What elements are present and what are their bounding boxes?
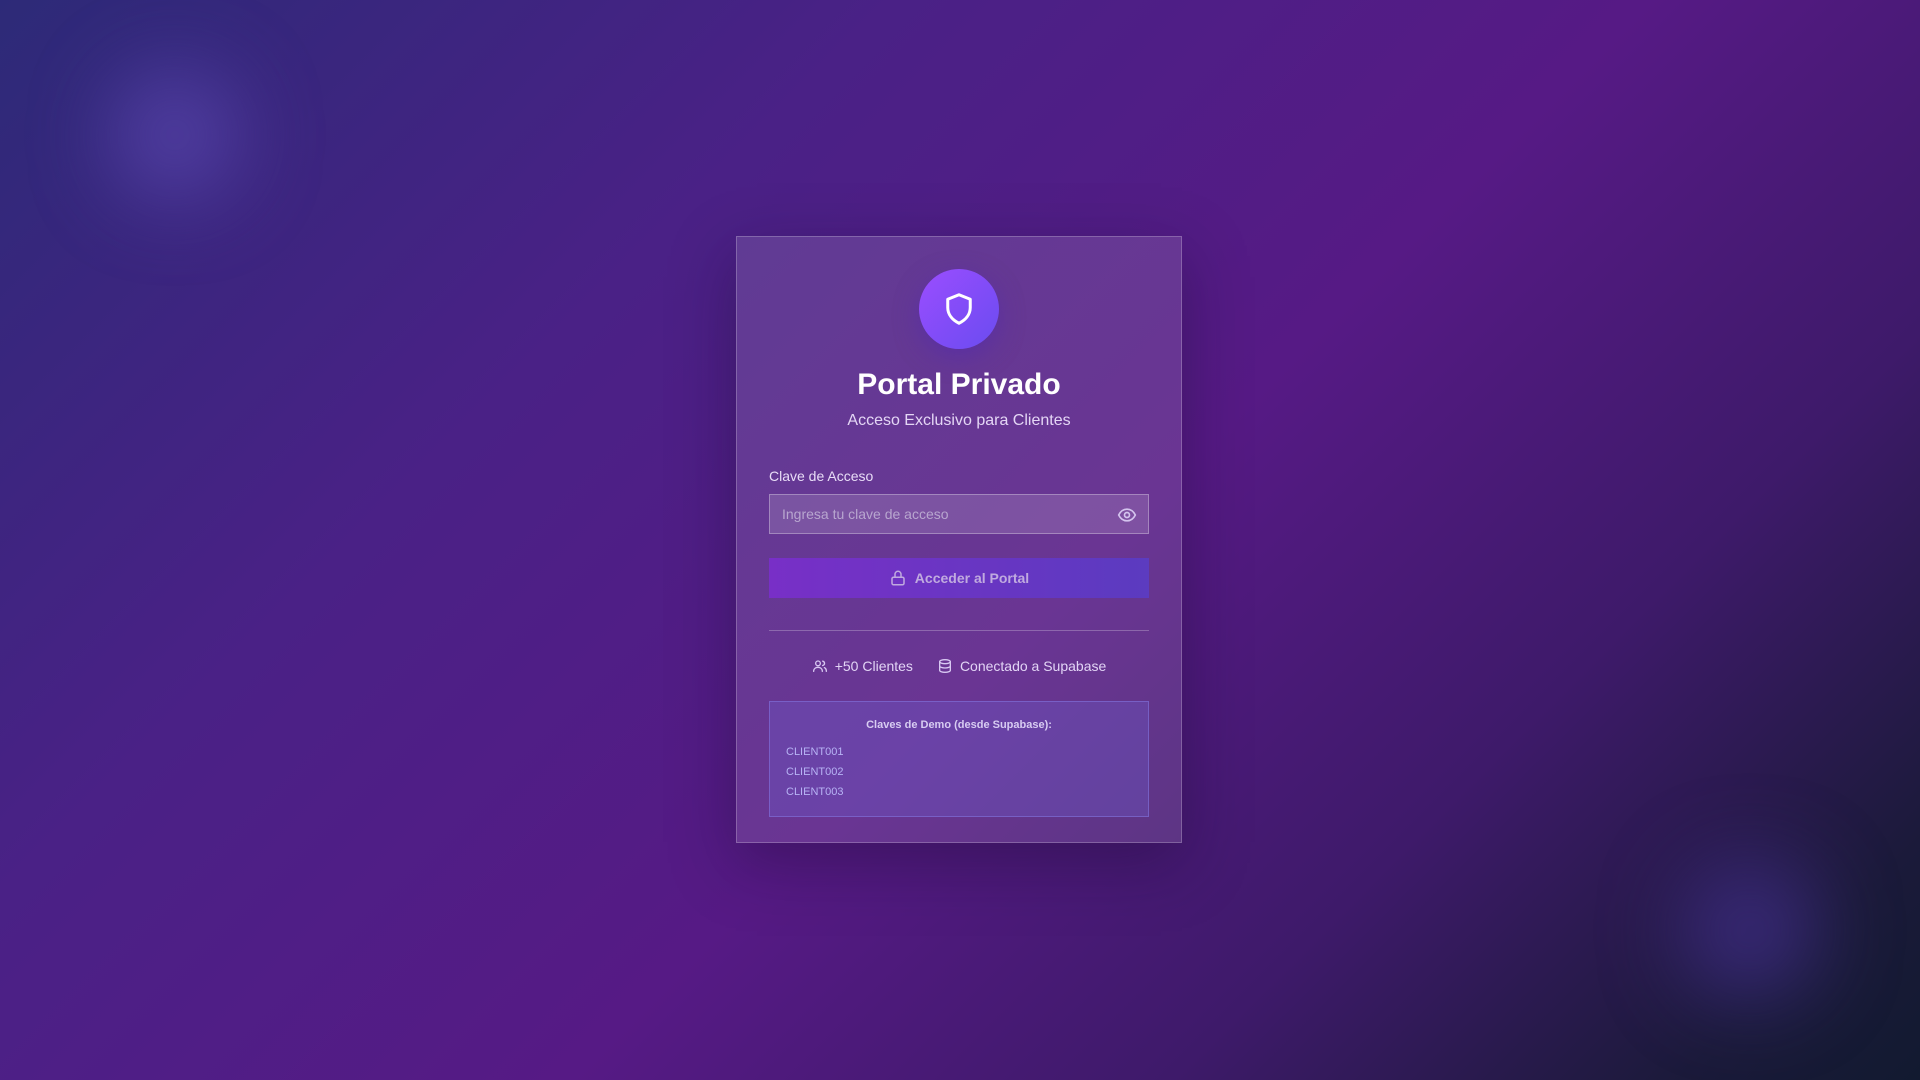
submit-button[interactable]: Acceder al Portal	[769, 558, 1149, 598]
stat-connection: Conectado a Supabase	[937, 657, 1106, 675]
page-title: Portal Privado	[857, 368, 1061, 401]
database-icon	[938, 659, 951, 673]
background-glow-bottom-right	[1680, 860, 1820, 1000]
lock-icon	[889, 569, 907, 587]
page-subtitle: Acceso Exclusivo para Clientes	[847, 412, 1071, 429]
divider	[769, 630, 1149, 631]
stat-clients: +50 Clientes	[812, 657, 913, 675]
access-key-field	[769, 494, 1149, 534]
demo-keys-title: Claves de Demo (desde Supabase):	[866, 719, 1052, 731]
logo-badge	[919, 269, 999, 349]
demo-key-item: CLIENT002	[786, 766, 844, 778]
users-icon	[812, 660, 827, 672]
demo-key-item: CLIENT001	[786, 746, 844, 758]
eye-icon	[1117, 508, 1137, 522]
stat-clients-label: +50 Clientes	[834, 658, 913, 674]
demo-key-item: CLIENT003	[786, 786, 844, 798]
stat-connection-label: Conectado a Supabase	[959, 658, 1107, 674]
demo-keys-panel: Claves de Demo (desde Supabase): CLIENT0…	[769, 701, 1149, 817]
login-card: Portal Privado Acceso Exclusivo para Cli…	[736, 236, 1182, 843]
access-key-input[interactable]	[770, 495, 1148, 533]
shield-icon	[946, 293, 972, 325]
access-key-label: Clave de Acceso	[769, 468, 874, 484]
demo-keys-list: CLIENT001 CLIENT002 CLIENT003	[786, 742, 1132, 802]
background-glow-top-left	[110, 70, 240, 200]
stats-row: +50 Clientes Conectado a Supabase	[769, 657, 1149, 675]
submit-button-label: Acceder al Portal	[914, 570, 1030, 586]
toggle-visibility-button[interactable]	[1116, 504, 1138, 526]
